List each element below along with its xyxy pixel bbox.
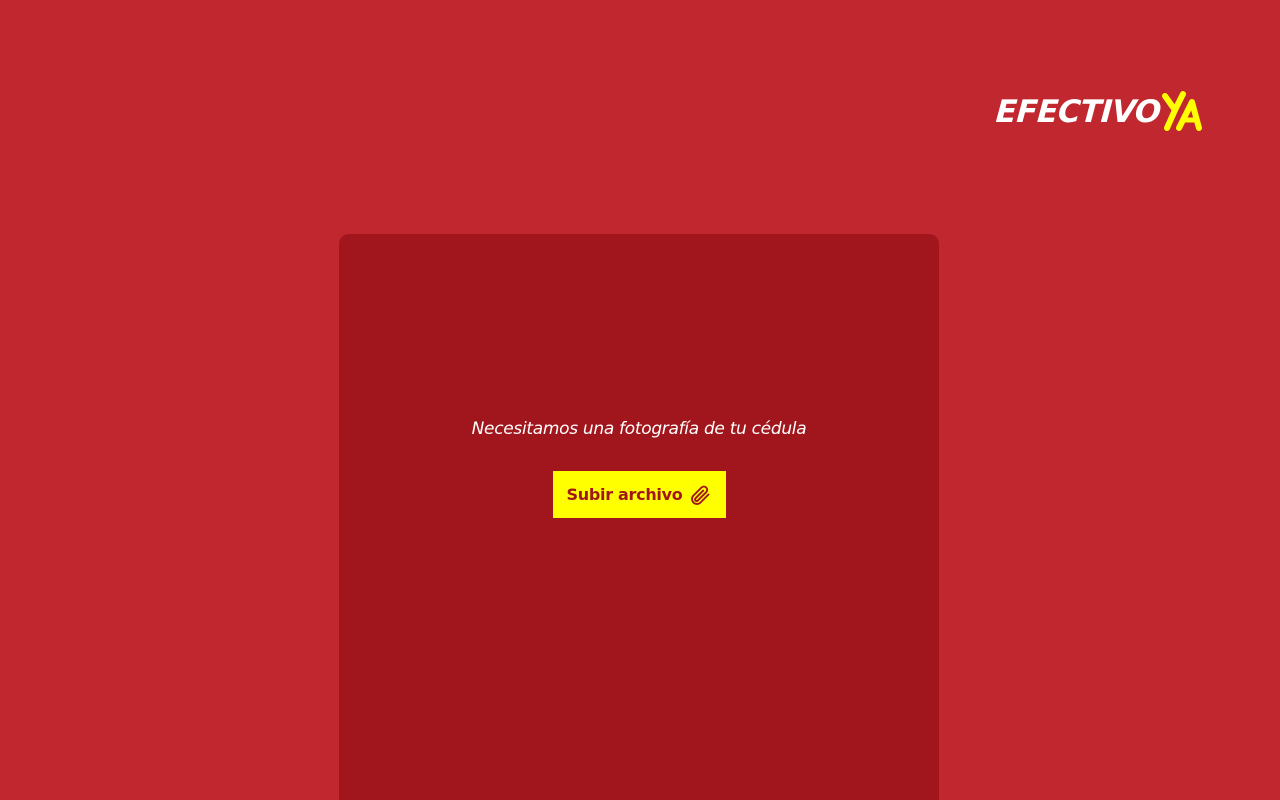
- brand-logo: EFECTIVO: [994, 88, 1202, 131]
- upload-file-button[interactable]: Subir archivo: [553, 471, 726, 518]
- upload-button-label: Subir archivo: [566, 485, 683, 504]
- upload-prompt: Necesitamos una fotografía de tu cédula: [471, 419, 807, 439]
- logo-ya-mark: [1161, 90, 1211, 132]
- upload-card: Necesitamos una fotografía de tu cédula …: [339, 234, 939, 800]
- page: EFECTIVO Necesitamos una fotografía de t…: [0, 0, 1280, 800]
- paperclip-icon: [688, 483, 712, 507]
- logo-wordmark: EFECTIVO: [994, 94, 1163, 130]
